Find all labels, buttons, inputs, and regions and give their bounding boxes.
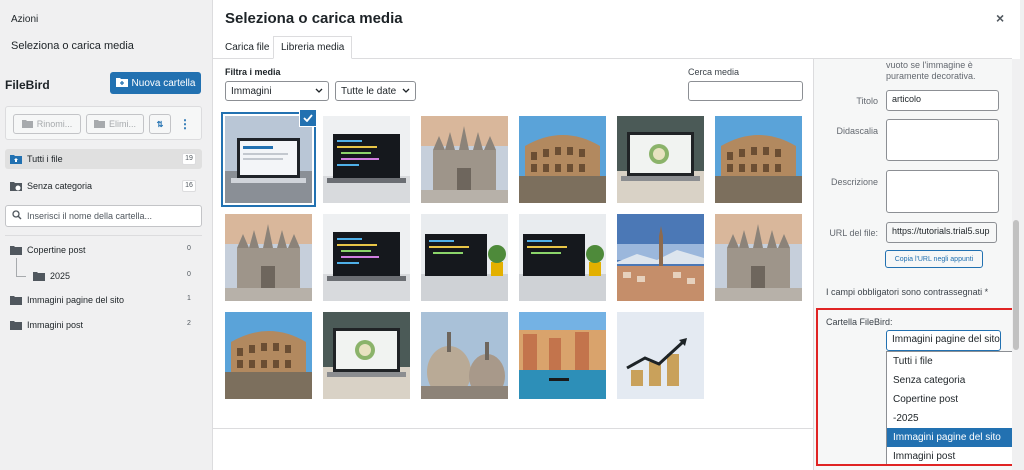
tree-connector: [16, 276, 26, 277]
toolbar-divider: [213, 428, 813, 429]
media-thumbnail[interactable]: [421, 116, 508, 203]
caption-label: Didascalia: [836, 126, 878, 136]
media-thumbnail[interactable]: [617, 312, 704, 399]
folder-label: Immagini post: [27, 320, 84, 330]
folder-label: 2025: [50, 271, 71, 281]
search-icon: [12, 210, 22, 222]
rename-button[interactable]: Rinomi...: [13, 114, 81, 134]
folder-label: Copertine post: [27, 245, 86, 255]
folder-search-input[interactable]: Inserisci il nome della cartella...: [5, 205, 202, 227]
folder-edit-icon: [21, 119, 33, 130]
folder-delete-icon: [94, 119, 105, 130]
folder-toolbar: Rinomi... Elimi... ⇅ ⋮: [5, 106, 202, 140]
media-tabs: Carica file Libreria media: [213, 36, 1012, 59]
filter-label: Filtra i media: [225, 67, 281, 77]
tab-media-library[interactable]: Libreria media: [273, 36, 353, 59]
media-thumbnail[interactable]: [421, 312, 508, 399]
chevron-down-icon: [401, 85, 411, 98]
delete-label: Elimi...: [109, 119, 136, 129]
file-url-label: URL del file:: [829, 228, 878, 238]
tree-connector: [16, 258, 17, 276]
caption-textarea[interactable]: [886, 119, 999, 161]
scrollbar-thumb[interactable]: [1013, 220, 1019, 350]
folder-all-files[interactable]: Tutti i file 19: [5, 149, 202, 169]
description-textarea[interactable]: [886, 170, 999, 213]
title-input[interactable]: articolo: [886, 90, 999, 111]
rename-label: Rinomi...: [36, 119, 73, 129]
uncategorized-folder-icon: [10, 181, 22, 191]
folder-label: Immagini pagine del sito: [27, 295, 125, 305]
file-url-input[interactable]: https://tutorials.trial5.sup: [886, 222, 997, 243]
folder-icon: [10, 245, 22, 255]
folder-icon: [10, 295, 22, 305]
media-thumbnail[interactable]: [519, 214, 606, 301]
media-thumbnail[interactable]: [225, 214, 312, 301]
new-folder-button[interactable]: Nuova cartella: [110, 72, 201, 94]
media-thumbnail[interactable]: [617, 214, 704, 301]
folder-count: 0: [187, 271, 191, 278]
home-folder-icon: [10, 154, 22, 164]
folder-count: 1: [187, 295, 191, 302]
media-thumbnail[interactable]: [715, 116, 802, 203]
delete-button[interactable]: Elimi...: [86, 114, 144, 134]
copy-url-button[interactable]: Copia l'URL negli appunti: [885, 250, 983, 268]
more-vertical-icon: ⋮: [179, 117, 191, 131]
folder-immagini-pagine[interactable]: Immagini pagine del sito 1: [5, 290, 202, 310]
media-thumbnail[interactable]: [225, 312, 312, 399]
filebird-title: FileBird: [5, 78, 50, 92]
actions-heading: Azioni: [11, 14, 39, 25]
folder-count: 19: [182, 153, 196, 165]
highlight-annotation: [816, 308, 1017, 466]
folder-count: 0: [187, 245, 191, 252]
divider: [5, 235, 202, 236]
media-thumbnail[interactable]: [519, 116, 606, 203]
media-thumbnail[interactable]: [715, 214, 802, 301]
folder-search-placeholder: Inserisci il nome della cartella...: [27, 211, 153, 221]
folder-copertine-post[interactable]: Copertine post 0: [5, 240, 202, 260]
media-type-value: Immagini: [231, 85, 272, 97]
date-filter-value: Tutte le date: [341, 85, 397, 97]
required-fields-note: I campi obbligatori sono contrassegnati …: [826, 287, 989, 297]
tab-upload-files[interactable]: Carica file: [218, 36, 276, 59]
search-media-label: Cerca media: [688, 67, 740, 77]
new-folder-label: Nuova cartella: [131, 77, 196, 89]
media-thumbnail[interactable]: [323, 116, 410, 203]
selected-check-icon[interactable]: [299, 109, 317, 127]
media-thumbnail[interactable]: [519, 312, 606, 399]
folder-2025[interactable]: 2025 0: [28, 266, 202, 286]
window-edge: [1020, 0, 1024, 470]
filebird-sidebar: Azioni Seleziona o carica media FileBird…: [0, 0, 213, 470]
folder-count: 16: [182, 180, 196, 192]
title-label: Titolo: [856, 96, 878, 106]
folder-count: 2: [187, 320, 191, 327]
media-thumbnail[interactable]: [617, 116, 704, 203]
description-label: Descrizione: [830, 177, 878, 187]
sort-button[interactable]: ⇅: [149, 114, 171, 134]
media-thumbnail[interactable]: [221, 112, 316, 207]
search-media-input[interactable]: [688, 81, 803, 101]
media-thumbnail[interactable]: [323, 214, 410, 301]
media-type-select[interactable]: Immagini: [225, 81, 329, 101]
media-thumbnail[interactable]: [323, 312, 410, 399]
close-icon[interactable]: ×: [996, 10, 1004, 26]
chevron-down-icon: [314, 85, 324, 98]
folder-immagini-post[interactable]: Immagini post 2: [5, 315, 202, 335]
alt-text-hint: vuoto se l'immagine è puramente decorati…: [886, 60, 976, 81]
menu-item-select-media[interactable]: Seleziona o carica media: [11, 40, 134, 52]
folder-uncategorized[interactable]: Senza categoria 16: [5, 176, 202, 196]
date-filter-select[interactable]: Tutte le date: [335, 81, 416, 101]
folder-label: Senza categoria: [27, 181, 93, 191]
sort-az-icon: ⇅: [156, 119, 164, 129]
folder-label: Tutti i file: [27, 154, 63, 164]
folder-plus-icon: [115, 77, 128, 90]
modal-title: Seleziona o carica media: [225, 10, 403, 27]
media-thumbnail[interactable]: [421, 214, 508, 301]
folder-icon: [33, 271, 45, 281]
more-options-button[interactable]: ⋮: [176, 114, 194, 134]
folder-icon: [10, 320, 22, 330]
